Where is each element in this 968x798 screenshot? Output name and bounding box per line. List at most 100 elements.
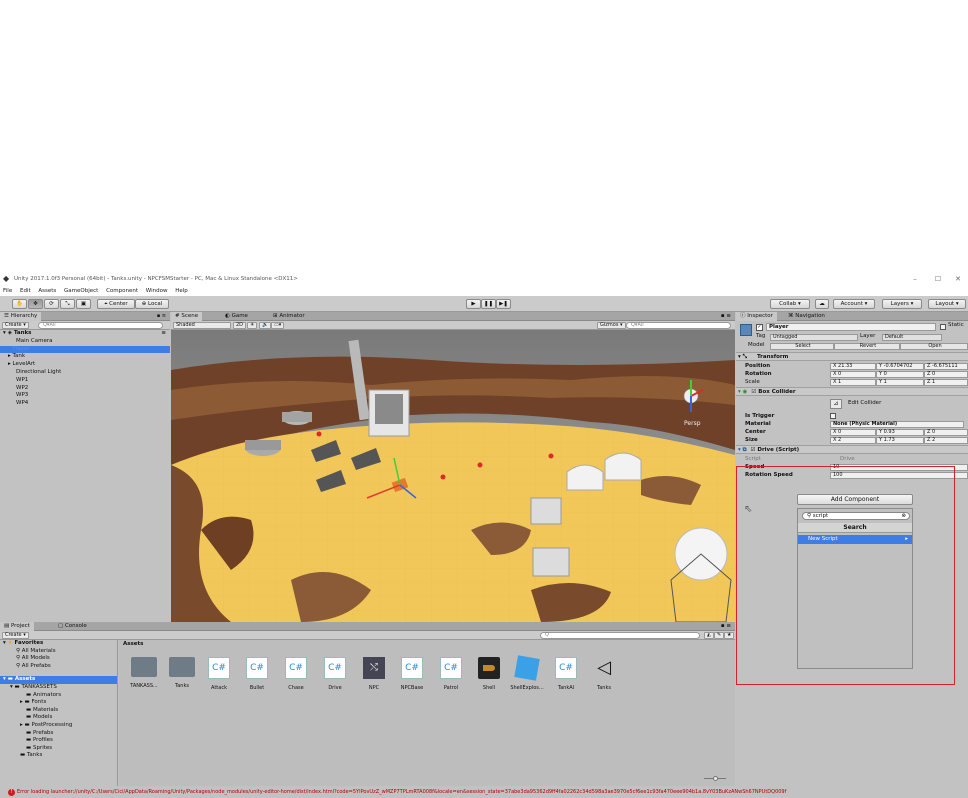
center-y-field[interactable]: Y 0.93 [876, 428, 924, 436]
cloud-button[interactable]: ☁ [815, 299, 829, 309]
menu-help[interactable]: Help [175, 288, 188, 294]
pause-button[interactable]: ❚❚ [481, 299, 496, 309]
hierarchy-item-levelart[interactable]: ▸ LevelArt [0, 361, 170, 369]
edit-collider-icon[interactable]: ⊿ [830, 399, 842, 409]
menu-gameobject[interactable]: GameObject [64, 288, 98, 294]
size-z-field[interactable]: Z 2 [924, 436, 968, 444]
favorites-row[interactable]: ▾ ★ Favorites [0, 640, 117, 648]
hierarchy-item-player[interactable]: ▸ Player [0, 345, 170, 354]
folder-prefabs[interactable]: ▬ Prefabs [0, 730, 117, 738]
box-collider-enabled-checkbox[interactable]: ☑ [751, 389, 756, 395]
layers-dropdown[interactable]: Layers ▾ [882, 299, 922, 309]
play-button[interactable]: ▶ [466, 299, 481, 309]
scene-menu-icon[interactable]: ≡ [161, 330, 166, 338]
assets-folder-row[interactable]: ▾ ▬ Assets [0, 676, 117, 684]
tab-animator[interactable]: ⊞ Animator [269, 312, 309, 321]
scene-root-row[interactable]: ▾ ◈ Tanks ≡ [0, 330, 170, 338]
hierarchy-item-directional-light[interactable]: Directional Light [0, 369, 170, 377]
transform-component-header[interactable]: ▾ ⤡ Transform [736, 352, 968, 361]
step-button[interactable]: ▶❚ [496, 299, 511, 309]
account-dropdown[interactable]: Account ▾ [833, 299, 875, 309]
model-revert-button[interactable]: Revert [834, 343, 900, 350]
rotation-y-field[interactable]: Y 0 [876, 370, 924, 378]
effects-dropdown-icon[interactable]: ▭▾ [271, 322, 285, 329]
hand-tool-button[interactable]: ✋ [12, 299, 27, 309]
panel-menu-icon[interactable]: ▪ ≡ [721, 622, 731, 631]
menu-window[interactable]: Window [146, 288, 168, 294]
model-select-button[interactable]: Select [770, 343, 834, 350]
maximize-button[interactable]: ☐ [928, 272, 948, 286]
pivot-center-toggle[interactable]: ⌖ Center [97, 299, 135, 309]
zoom-slider-handle[interactable] [713, 776, 718, 781]
asset-drive-script[interactable]: C# Drive [318, 657, 352, 691]
hierarchy-item-main-camera[interactable]: Main Camera [0, 338, 170, 346]
scale-x-field[interactable]: X 1 [830, 378, 876, 386]
folder-animators[interactable]: ▬ Animators [0, 692, 117, 700]
panel-menu-icon[interactable]: ▪ ≡ [157, 312, 166, 321]
tab-project[interactable]: ▤ Project [0, 622, 34, 631]
favorite-all-prefabs[interactable]: ⚲ All Prefabs [0, 663, 117, 671]
center-z-field[interactable]: Z 0 [924, 428, 968, 436]
object-name-field[interactable]: Player [766, 323, 936, 331]
scene-search-input[interactable]: Q▾All [626, 322, 731, 329]
menu-component[interactable]: Component [106, 288, 138, 294]
position-z-field[interactable]: Z -6.675111 [924, 362, 968, 370]
hierarchy-item-wp1[interactable]: WP1 [0, 377, 170, 385]
hierarchy-item-wp4[interactable]: WP4 [0, 400, 170, 408]
favorite-star-icon[interactable]: ★ [724, 632, 735, 639]
asset-npc-controller[interactable]: ⤭ NPC [357, 657, 391, 691]
asset-tankai-script[interactable]: C# TankAI [549, 657, 583, 691]
is-trigger-checkbox[interactable] [830, 413, 836, 419]
panel-menu-icon[interactable]: ▪ ≡ [721, 312, 731, 321]
hierarchy-item-wp2[interactable]: WP2 [0, 385, 170, 393]
folder-tankassets[interactable]: ▾ ▬ TANKASSETS [0, 684, 117, 692]
menu-file[interactable]: File [3, 288, 12, 294]
hierarchy-create-button[interactable]: Create ▾ [2, 322, 29, 329]
tab-hierarchy[interactable]: ☰ Hierarchy [0, 312, 42, 321]
asset-patrol-script[interactable]: C# Patrol [434, 657, 468, 691]
folder-postprocessing[interactable]: ▸ ▬ PostProcessing [0, 722, 117, 730]
position-x-field[interactable]: X 21.33 [830, 362, 876, 370]
folder-fonts[interactable]: ▸ ▬ Fonts [0, 699, 117, 707]
filter-label-icon[interactable]: ✎ [714, 632, 725, 639]
space-local-toggle[interactable]: ⊕ Local [135, 299, 169, 309]
static-checkbox[interactable] [940, 324, 946, 330]
project-search-input[interactable]: Q [540, 632, 700, 639]
favorite-all-models[interactable]: ⚲ All Models [0, 655, 117, 663]
scene-viewport[interactable]: Persp [171, 330, 735, 623]
rotation-x-field[interactable]: X 0 [830, 370, 876, 378]
scale-tool-button[interactable]: ⤡ [60, 299, 75, 309]
size-x-field[interactable]: X 2 [830, 436, 876, 444]
active-checkbox[interactable]: ✓ [756, 324, 763, 331]
move-tool-button[interactable]: ✥ [28, 299, 43, 309]
folder-sprites[interactable]: ▬ Sprites [0, 745, 117, 753]
center-x-field[interactable]: X 0 [830, 428, 876, 436]
rotation-z-field[interactable]: Z 0 [924, 370, 968, 378]
asset-attack-script[interactable]: C# Attack [202, 657, 236, 691]
scale-z-field[interactable]: Z 1 [924, 378, 968, 386]
position-y-field[interactable]: Y -0.6704702 [876, 362, 924, 370]
folder-materials[interactable]: ▬ Materials [0, 707, 117, 715]
asset-shell-prefab[interactable]: Shell [472, 657, 506, 691]
asset-tanks-scene[interactable]: ◁ Tanks [587, 657, 621, 691]
size-y-field[interactable]: Y 1.73 [876, 436, 924, 444]
box-collider-component-header[interactable]: ▾ ◉ ☑ Box Collider [736, 387, 968, 396]
project-create-button[interactable]: Create ▾ [2, 632, 29, 639]
asset-tanks-folder[interactable]: Tanks [165, 657, 199, 689]
minimize-button[interactable]: – [905, 272, 925, 286]
tab-scene[interactable]: # Scene [171, 312, 203, 321]
asset-chase-script[interactable]: C# Chase [279, 657, 313, 691]
hierarchy-item-tank[interactable]: ▸ Tank [0, 353, 170, 361]
audio-toggle-icon[interactable]: 🔈 [259, 322, 272, 329]
drive-enabled-checkbox[interactable]: ☑ [751, 447, 756, 453]
rect-tool-button[interactable]: ▣ [76, 299, 91, 309]
tab-inspector[interactable]: ⓘ Inspector [736, 312, 777, 321]
shading-mode-dropdown[interactable]: Shaded [173, 322, 231, 329]
favorite-all-materials[interactable]: ⚲ All Materials [0, 648, 117, 656]
folder-tanks[interactable]: ▬ Tanks [0, 752, 117, 760]
script-field[interactable]: Drive [840, 455, 855, 463]
tag-dropdown[interactable]: Untagged [770, 334, 858, 341]
status-bar[interactable]: ! Error loading launcher://unity/C:/Users… [0, 786, 968, 798]
close-button[interactable]: ✕ [948, 272, 968, 286]
folder-profiles[interactable]: ▬ Profiles [0, 737, 117, 745]
